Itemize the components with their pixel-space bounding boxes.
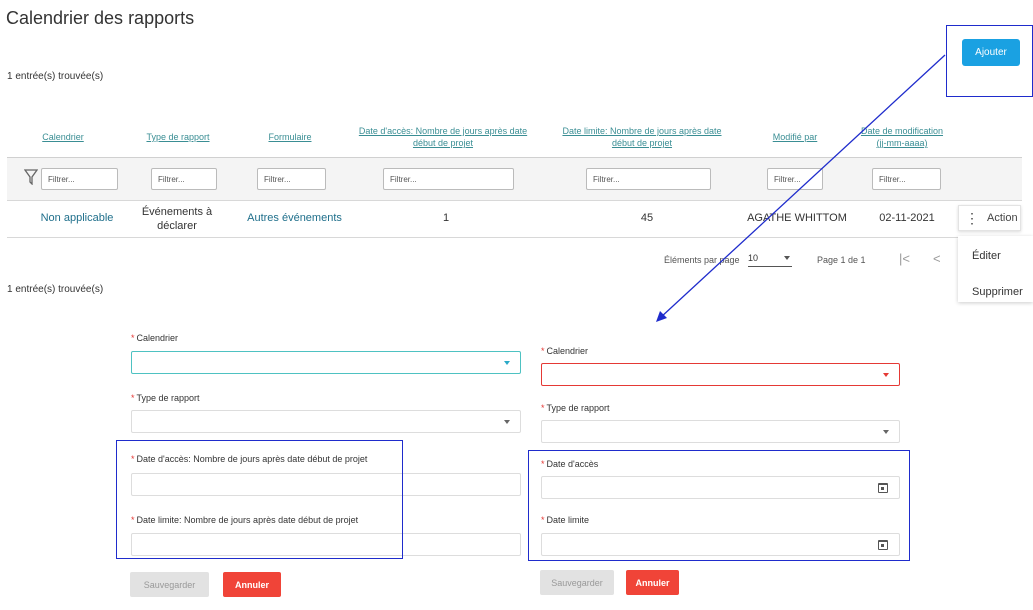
column-header-date-acces[interactable]: Date d'accès: Nombre de jours après date… (350, 125, 536, 149)
column-header-modifie-par[interactable]: Modifié par (752, 131, 838, 143)
callout-box-add (946, 25, 1033, 97)
column-header-date-limite-line2: début de projet (611, 138, 673, 148)
menu-item-delete[interactable]: Supprimer (972, 286, 1023, 298)
column-header-date-modification-line2: (jj-mm-aaaa) (876, 138, 928, 148)
column-header-calendrier[interactable]: Calendrier (18, 131, 108, 143)
chevron-down-icon (883, 373, 889, 377)
select-calendrier-right[interactable] (541, 363, 900, 386)
callout-box-right-dates (528, 450, 910, 561)
cell-formulaire[interactable]: Autres événements (237, 212, 352, 224)
filter-calendrier[interactable] (41, 168, 118, 190)
cancel-button-left[interactable]: Annuler (223, 572, 281, 597)
cancel-button-right[interactable]: Annuler (626, 570, 679, 595)
table-row: Non applicable Événements à déclarer Aut… (7, 202, 1022, 237)
cell-type-line2: déclarer (157, 220, 197, 232)
cell-date-acces: 1 (442, 212, 450, 224)
cell-type-line1: Événements à (141, 206, 213, 218)
items-per-page-label: Éléments par page (664, 255, 740, 265)
label-calendrier-left: * Calendrier (131, 333, 179, 343)
first-page-icon[interactable]: |< (899, 251, 910, 266)
filter-modifie-par[interactable] (767, 168, 823, 190)
column-header-date-acces-line2: début de projet (412, 138, 474, 148)
select-type-left[interactable] (131, 410, 521, 433)
items-per-page-value: 10 (748, 253, 759, 263)
column-header-date-limite-line1: Date limite: Nombre de jours après date (562, 126, 722, 136)
select-calendrier-left[interactable] (131, 351, 521, 374)
previous-page-icon[interactable]: < (933, 251, 941, 266)
row-divider (7, 237, 1022, 238)
chevron-down-icon (504, 420, 510, 424)
page-info: Page 1 de 1 (817, 255, 866, 265)
filter-date-modification[interactable] (872, 168, 941, 190)
action-label: Action (987, 212, 1018, 224)
cell-date-modification: 02-11-2021 (879, 212, 935, 224)
filter-icon[interactable] (24, 169, 38, 185)
more-vertical-icon: ⋮ (965, 210, 979, 226)
page-title: Calendrier des rapports (6, 8, 195, 28)
column-header-formulaire[interactable]: Formulaire (240, 131, 340, 143)
chevron-down-icon (784, 256, 790, 260)
results-count-secondary: 1 entrée(s) trouvée(s) (7, 284, 104, 295)
filter-date-limite[interactable] (586, 168, 711, 190)
filter-date-acces[interactable] (383, 168, 514, 190)
column-header-date-limite[interactable]: Date limite: Nombre de jours après date … (552, 125, 732, 149)
chevron-down-icon (883, 430, 889, 434)
column-header-date-acces-line1: Date d'accès: Nombre de jours après date (358, 126, 528, 136)
results-count: 1 entrée(s) trouvée(s) (7, 71, 104, 82)
cell-type: Événements à déclarer (127, 205, 227, 233)
column-header-type[interactable]: Type de rapport (128, 131, 228, 143)
column-header-date-modification[interactable]: Date de modification (jj-mm-aaaa) (852, 125, 952, 149)
action-menu: Éditer Supprimer (958, 236, 1033, 302)
chevron-down-icon (504, 361, 510, 365)
cell-date-limite: 45 (640, 212, 654, 224)
items-per-page-select[interactable]: 10 (748, 253, 792, 267)
menu-item-edit[interactable]: Éditer (972, 250, 1001, 262)
cell-calendrier[interactable]: Non applicable (27, 212, 127, 224)
select-type-right[interactable] (541, 420, 900, 443)
filter-formulaire[interactable] (257, 168, 326, 190)
save-button-right[interactable]: Sauvegarder (540, 570, 614, 595)
action-button[interactable]: ⋮ Action (958, 205, 1021, 231)
label-type-right: * Type de rapport (541, 403, 610, 413)
save-button-left[interactable]: Sauvegarder (130, 572, 209, 597)
callout-box-left-dates (116, 440, 403, 559)
filter-type[interactable] (151, 168, 217, 190)
label-type-left: * Type de rapport (131, 393, 200, 403)
label-calendrier-right: * Calendrier (541, 346, 589, 356)
cell-modifie-par: AGATHE WHITTOM (747, 212, 847, 224)
column-header-date-modification-line1: Date de modification (860, 126, 944, 136)
